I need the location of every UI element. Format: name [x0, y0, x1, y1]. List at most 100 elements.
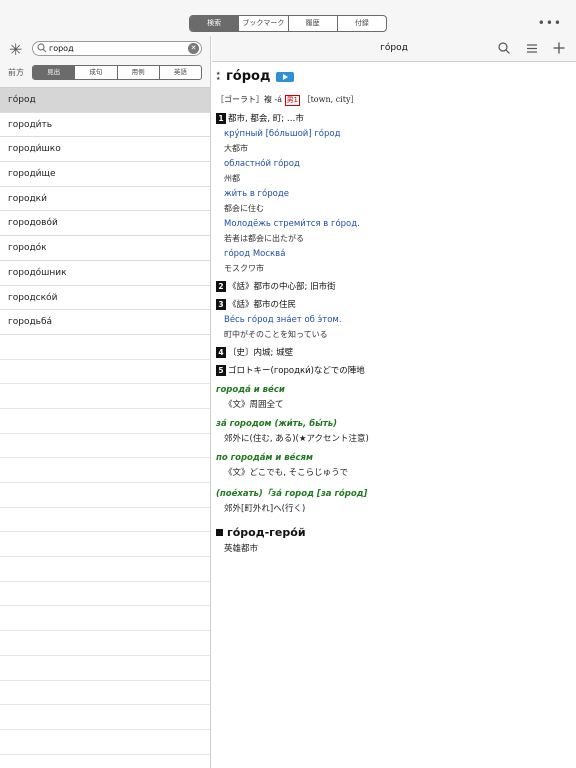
- empty-list-row: [0, 384, 210, 409]
- idiom-definition: 《文》周囲全て: [224, 400, 284, 410]
- list-icon[interactable]: [525, 41, 539, 55]
- example-russian[interactable]: Молодёжь стреми́тся в го́род.: [224, 219, 570, 229]
- empty-list-row: [0, 434, 210, 459]
- result-item[interactable]: городо́к: [0, 236, 210, 261]
- example: го́род Москва́ モスクワ市: [224, 249, 570, 274]
- empty-list-row: [0, 483, 210, 508]
- empty-list-row: [0, 508, 210, 533]
- entry-header: го́род: [212, 36, 576, 62]
- result-item[interactable]: городи́ть: [0, 113, 210, 138]
- sense-number: 1: [216, 112, 226, 124]
- play-audio-icon[interactable]: [276, 71, 295, 82]
- sense-row: 1 都市, 都会, 町; …市: [216, 112, 570, 124]
- sense-text: 〔史〕内城; 城壁: [228, 348, 294, 358]
- tab-search[interactable]: 検索: [190, 16, 239, 31]
- result-item[interactable]: городьба́: [0, 310, 210, 335]
- sense-number: 5: [216, 364, 226, 376]
- idiom-list: города́ и ве́си 《文》周囲全て за́ городом (жи́ть…: [216, 385, 570, 514]
- result-item[interactable]: городи́шко: [0, 137, 210, 163]
- clear-search-icon[interactable]: ✕: [188, 43, 199, 54]
- sense-text: 都市, 都会, 町; …市: [228, 114, 304, 124]
- empty-list-row: [0, 681, 210, 706]
- match-mode-label: 前方: [8, 68, 24, 77]
- result-item[interactable]: городско́й: [0, 286, 210, 311]
- result-item[interactable]: городово́й: [0, 211, 210, 237]
- frequency-stars-icon: ★ ★: [216, 70, 221, 82]
- empty-list-row: [0, 409, 210, 434]
- example-russian[interactable]: жи́ть в го́роде: [224, 189, 570, 199]
- result-item[interactable]: городи́ще: [0, 162, 210, 187]
- result-list: го́род городи́ть городи́шко городи́ще городк…: [0, 88, 210, 755]
- main-tab-control: 検索 ブックマーク 履歴 付録: [189, 15, 387, 32]
- dictionary-entry: ★ ★ го́род ［ゴーラト］複 -á 男1 ［town, city］ 1 都市…: [212, 62, 576, 554]
- example: жи́ть в го́роде 都会に住む: [224, 189, 570, 214]
- sense-number: 3: [216, 298, 226, 310]
- empty-list-row: [0, 730, 210, 755]
- headword-row: ★ ★ го́род: [216, 69, 570, 84]
- search-icon[interactable]: [497, 41, 511, 55]
- example: Ве́сь го́род зна́ет об э́том. 町中がそのことを知って…: [224, 315, 570, 340]
- search-input[interactable]: город ✕: [32, 41, 202, 56]
- compound-definition: 英雄都市: [224, 544, 259, 554]
- tab-history[interactable]: 履歴: [287, 16, 337, 31]
- example-translation: 都会に住む: [224, 204, 264, 213]
- example: Молодёжь стреми́тся в го́род. 若者は都会に出たがる: [224, 219, 570, 244]
- add-bookmark-icon[interactable]: [552, 41, 566, 55]
- search-mode-control: 見出 成句 用例 英語: [32, 65, 202, 80]
- empty-list-row: [0, 631, 210, 656]
- mode-english[interactable]: 英語: [158, 66, 201, 79]
- sense-list: 1 都市, 都会, 町; …市 кру́пный [бо́льшой] го́род…: [216, 112, 570, 376]
- empty-list-row: [0, 582, 210, 607]
- entry-title: го́род: [380, 43, 408, 53]
- idiom-phrase: (поéхать)「за́ город [за го́род]: [216, 489, 368, 499]
- tab-appendix[interactable]: 付録: [336, 16, 386, 31]
- example-translation: 州都: [224, 174, 240, 183]
- example-russian[interactable]: областно́й го́род: [224, 159, 570, 169]
- pronunciation-text: ［ゴーラト］複 -á: [216, 95, 283, 104]
- example: кру́пный [бо́льшой] го́род 大都市: [224, 129, 570, 154]
- example-translation: 若者は都会に出たがる: [224, 234, 304, 243]
- example-translation: モスクワ市: [224, 264, 264, 273]
- mode-phrase[interactable]: 成句: [74, 66, 116, 79]
- search-header: ✳ город ✕ 前方 見出 成句 用例 英語: [0, 36, 210, 88]
- square-bullet-icon: [216, 529, 223, 536]
- wildcard-icon[interactable]: ✳: [9, 40, 22, 59]
- idiom-phrase: города́ и ве́си: [216, 385, 285, 395]
- top-bar: 検索 ブックマーク 履歴 付録 •••: [0, 0, 576, 36]
- result-item[interactable]: го́род: [0, 88, 210, 113]
- english-gloss: ［town, city］: [302, 95, 359, 104]
- empty-list-row: [0, 532, 210, 558]
- result-item[interactable]: городо́шник: [0, 261, 210, 286]
- empty-list-row: [0, 360, 210, 385]
- search-input-text[interactable]: город: [49, 42, 74, 55]
- idiom-definition: 郊外[町外れ]へ(行く): [224, 504, 306, 514]
- idiom-definition: 《文》どこでも, そこらじゅうで: [224, 468, 349, 478]
- sense-text: 《話》都市の中心部; 旧市街: [228, 282, 336, 292]
- mode-headword[interactable]: 見出: [33, 66, 75, 79]
- sense-number: 4: [216, 346, 226, 358]
- search-icon: [37, 43, 47, 53]
- sense-text: ゴロトキー(городки́)などでの陣地: [228, 366, 365, 376]
- more-options-icon[interactable]: •••: [538, 16, 562, 30]
- empty-list-row: [0, 557, 210, 582]
- empty-list-row: [0, 606, 210, 632]
- sense-number: 2: [216, 280, 226, 292]
- sense-row: 2 《話》都市の中心部; 旧市街: [216, 280, 570, 292]
- example-russian[interactable]: кру́пный [бо́льшой] го́род: [224, 129, 570, 139]
- headword: го́род: [226, 69, 271, 84]
- tab-bookmarks[interactable]: ブックマーク: [238, 16, 287, 31]
- idiom-definition: 郊外に(住む, ある)(★アクセント注意): [224, 434, 369, 444]
- empty-list-row: [0, 705, 210, 730]
- example-translation: 町中がそのことを知っている: [224, 330, 328, 339]
- mode-example[interactable]: 用例: [116, 66, 159, 79]
- example-translation: 大都市: [224, 144, 248, 153]
- sense-row: 5 ゴロトキー(городки́)などでの陣地: [216, 364, 570, 376]
- search-pane: ✳ город ✕ 前方 見出 成句 用例 英語 го́род городи́ть…: [0, 36, 211, 768]
- result-item[interactable]: городки́: [0, 187, 210, 212]
- example-russian[interactable]: Ве́сь го́род зна́ет об э́том.: [224, 315, 570, 325]
- empty-list-row: [0, 335, 210, 360]
- example-russian[interactable]: го́род Москва́: [224, 249, 570, 259]
- idiom-phrase: по города́м и ве́сям: [216, 453, 313, 463]
- empty-list-row: [0, 656, 210, 681]
- empty-list-row: [0, 458, 210, 483]
